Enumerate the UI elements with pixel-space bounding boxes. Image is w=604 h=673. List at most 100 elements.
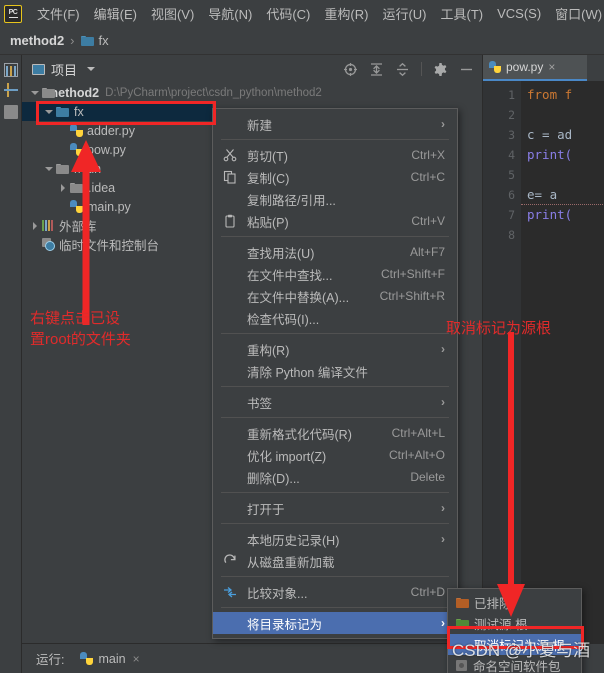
chevron-right-icon: › [441, 532, 445, 546]
annotation-note-left-line2: 置root的文件夹 [30, 331, 131, 348]
menu-item-file[interactable]: 文件(F) [30, 1, 87, 26]
menu-item-edit[interactable]: 编辑(E) [87, 1, 144, 26]
menu-item-optimize-imports[interactable]: 优化 import(Z) Ctrl+Alt+O [213, 444, 457, 466]
menu-item-reformat-code[interactable]: 重新格式化代码(R) Ctrl+Alt+L [213, 422, 457, 444]
menu-item-shortcut: Ctrl+V [411, 214, 445, 228]
folder-icon [70, 182, 83, 193]
menu-item-window[interactable]: 窗口(W) [548, 1, 604, 26]
code-line: e= a [521, 185, 604, 205]
chevron-right-icon: › [441, 117, 445, 131]
menu-item-label: 删除(D)... [247, 471, 300, 486]
tree-node-main-py[interactable]: main.py [22, 197, 212, 216]
menu-item-inspect-code[interactable]: 检查代码(I)... [213, 307, 457, 329]
menu-item-code[interactable]: 代码(C) [259, 1, 317, 26]
project-panel-toolbar [343, 55, 482, 83]
menu-item-find-usages[interactable]: 查找用法(U) Alt+F7 [213, 241, 457, 263]
menu-item-refactor[interactable]: 重构(R) › [213, 338, 457, 360]
context-menu: 新建 › 剪切(T) Ctrl+X 复制(C) Ctrl+C 复制路径/引用..… [212, 108, 458, 639]
close-icon[interactable]: × [548, 60, 555, 74]
tree-node-fx[interactable]: fx [22, 102, 212, 121]
menu-item-find-in-files[interactable]: 在文件中查找... Ctrl+Shift+F [213, 263, 457, 285]
chevron-down-icon[interactable] [87, 67, 96, 71]
gear-icon[interactable] [433, 62, 448, 77]
menu-separator [221, 576, 449, 577]
folder-icon [80, 35, 94, 46]
line-number: 4 [508, 148, 515, 162]
menu-item-tools[interactable]: 工具(T) [433, 1, 490, 26]
menu-item-clean-python-compiled-files[interactable]: 清除 Python 编译文件 [213, 360, 457, 382]
tree-node-label: 临时文件和控制台 [59, 239, 160, 253]
chevron-right-icon[interactable] [30, 221, 40, 231]
editor-code-area[interactable]: from f c = ad print( e= a print( [521, 81, 604, 643]
expand-all-icon[interactable] [369, 62, 384, 77]
project-view-icon[interactable] [4, 63, 18, 77]
collapse-all-icon[interactable] [395, 62, 410, 77]
tree-node-main[interactable]: main [22, 159, 212, 178]
menu-item-bookmarks[interactable]: 书签 › [213, 391, 457, 413]
menu-separator [221, 333, 449, 334]
menu-item-run[interactable]: 运行(U) [375, 1, 433, 26]
code-line: print( [527, 147, 573, 162]
menu-item-cut[interactable]: 剪切(T) Ctrl+X [213, 144, 457, 166]
project-panel-title: 项目 [51, 62, 78, 78]
python-file-icon [489, 61, 501, 73]
submenu-item-test-sources-root[interactable]: 测试源 根 [448, 613, 581, 634]
tree-node-idea[interactable]: .idea [22, 178, 212, 197]
menu-item-compare-with[interactable]: 比较对象... Ctrl+D [213, 581, 457, 603]
chevron-right-icon: › [441, 616, 445, 630]
clipboard-icon [223, 214, 237, 228]
run-tab-main[interactable]: main × [80, 652, 140, 666]
logo-text: PC [8, 8, 18, 16]
menu-item-refactor[interactable]: 重构(R) [317, 1, 375, 26]
folder-icon[interactable] [4, 105, 18, 119]
submenu-item-excluded[interactable]: 已排除 [448, 592, 581, 613]
breadcrumb-file[interactable]: fx [99, 33, 109, 48]
tree-node-scratches-consoles[interactable]: 临时文件和控制台 [22, 235, 212, 254]
tree-node-adder-py[interactable]: adder.py [22, 121, 212, 140]
scroll-from-source-icon[interactable] [343, 62, 358, 77]
line-number: 5 [508, 168, 515, 182]
tree-node-external-libraries[interactable]: 外部库 [22, 216, 212, 235]
tree-node-pow-py[interactable]: pow.py [22, 140, 212, 159]
menu-item-mark-directory-as[interactable]: 将目录标记为 › [213, 612, 457, 634]
menu-item-navigate[interactable]: 导航(N) [201, 1, 259, 26]
menu-item-view[interactable]: 视图(V) [144, 1, 201, 26]
menu-item-copy[interactable]: 复制(C) Ctrl+C [213, 166, 457, 188]
breadcrumb-project[interactable]: method2 [10, 33, 64, 48]
hide-panel-icon[interactable] [459, 62, 474, 77]
menu-item-label: 重新格式化代码(R) [247, 427, 352, 442]
chevron-right-icon: › [441, 501, 445, 515]
breadcrumb-separator-icon: › [70, 33, 75, 48]
chevron-down-icon[interactable] [30, 88, 40, 98]
chevron-down-icon[interactable] [44, 107, 54, 117]
editor-tab-bar: pow.py × [483, 55, 604, 81]
line-number: 6 [508, 188, 515, 202]
chevron-right-icon[interactable] [58, 183, 68, 193]
menu-item-copy-path-reference[interactable]: 复制路径/引用... [213, 188, 457, 210]
menu-item-paste[interactable]: 粘贴(P) Ctrl+V [213, 210, 457, 232]
close-icon[interactable]: × [133, 652, 140, 666]
menu-item-label: 重构(R) [247, 343, 290, 358]
menu-item-local-history[interactable]: 本地历史记录(H) › [213, 528, 457, 550]
menu-item-new[interactable]: 新建 › [213, 113, 457, 135]
menu-item-delete[interactable]: 删除(D)... Delete [213, 466, 457, 488]
menu-separator [221, 139, 449, 140]
toolbar-divider [421, 62, 422, 76]
menu-item-shortcut: Ctrl+C [410, 170, 445, 184]
line-number: 1 [508, 88, 515, 102]
menu-item-vcs[interactable]: VCS(S) [490, 3, 548, 24]
tree-node-method2[interactable]: method2 D:\PyCharm\project\csdn_python\m… [22, 83, 322, 102]
editor-tab-pow-py[interactable]: pow.py × [483, 55, 587, 81]
menu-item-shortcut: Ctrl+Alt+O [388, 448, 445, 462]
structure-icon[interactable] [4, 83, 18, 97]
menu-item-open-in[interactable]: 打开于 › [213, 497, 457, 519]
menu-item-replace-in-files[interactable]: 在文件中替换(A)... Ctrl+Shift+R [213, 285, 457, 307]
menu-item-label: 本地历史记录(H) [247, 533, 340, 548]
tree-node-label: main [74, 161, 102, 176]
watermark: CSDN @小夏与酒 [452, 641, 591, 660]
menu-item-reload-from-disk[interactable]: 从磁盘重新加载 [213, 550, 457, 572]
chevron-down-icon[interactable] [44, 164, 54, 174]
menu-item-label: 打开于 [247, 502, 285, 517]
